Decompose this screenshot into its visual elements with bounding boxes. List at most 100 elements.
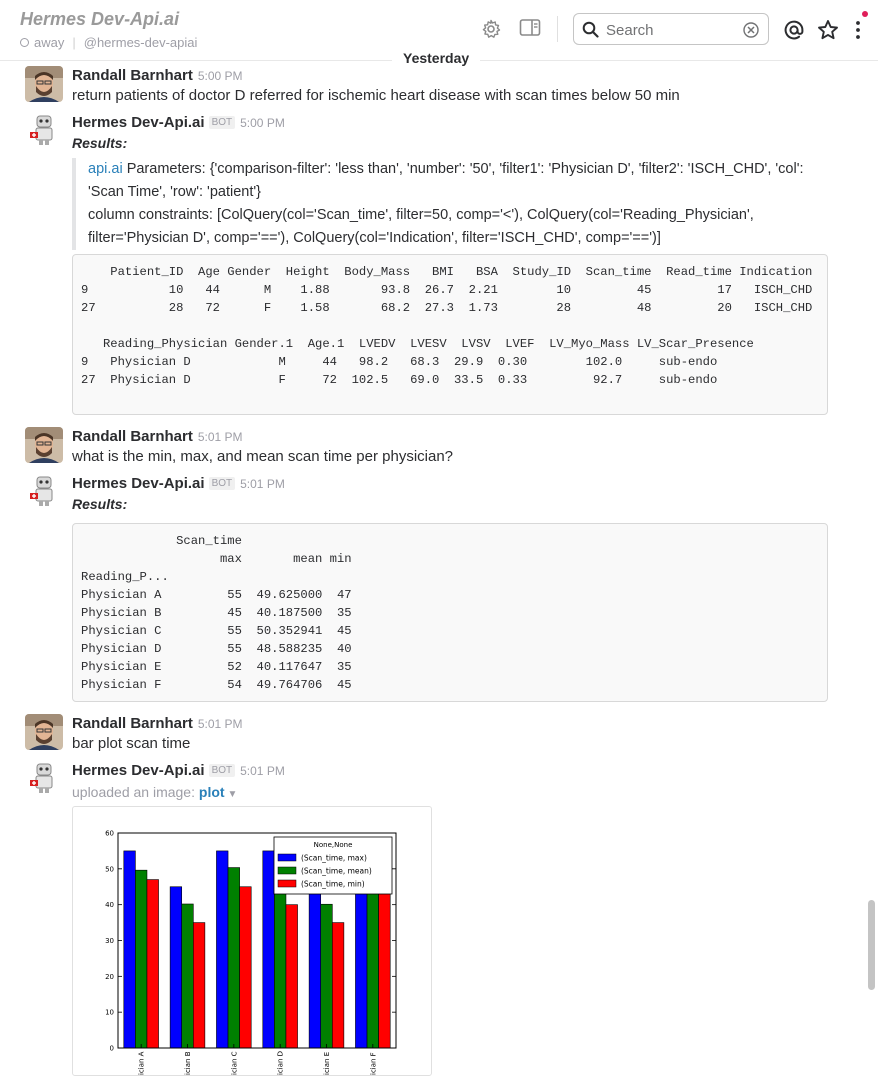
attachment-link[interactable]: plot [199, 784, 225, 800]
bot-badge: BOT [208, 116, 236, 129]
x-tick-label: ician C [230, 1051, 238, 1075]
bar [169, 886, 183, 1049]
avatar[interactable] [25, 66, 63, 102]
bar-chart: 0 10 20 30 40 50 60 ician A ician B ician C ician … [105, 830, 397, 1075]
y-tick-label: 10 [105, 1009, 114, 1017]
legend-swatch [277, 853, 297, 862]
legend-label: (Scan_time, mean) [301, 867, 372, 876]
message-author[interactable]: Hermes Dev-Api.ai BOT 5:01 PM [72, 475, 285, 492]
bar [192, 922, 206, 1049]
bar [320, 903, 333, 1049]
bar [239, 886, 252, 1049]
results-label: Results: [72, 496, 128, 512]
bar [366, 869, 379, 1049]
bar [181, 903, 194, 1049]
api-link[interactable]: api.ai [88, 161, 123, 177]
presence-status: away [34, 35, 65, 50]
legend-swatch [277, 879, 297, 888]
header-separator [557, 16, 558, 42]
legend-label: (Scan_time, min) [301, 880, 365, 889]
quote-text: Parameters: {'comparison-filter': 'less … [122, 161, 804, 177]
avatar[interactable] [25, 714, 63, 750]
author-name[interactable]: Hermes Dev-Api.ai [72, 762, 205, 779]
message-author[interactable]: Randall Barnhart 5:00 PM [72, 67, 243, 84]
y-tick-label: 20 [105, 973, 114, 981]
bot-badge: BOT [208, 764, 236, 777]
message-text: bar plot scan time [72, 735, 191, 752]
x-tick-label: ician D [277, 1051, 285, 1075]
x-tick-label: ician E [323, 1052, 331, 1075]
legend-label: (Scan_time, max) [301, 854, 367, 863]
search-input[interactable] [604, 19, 738, 41]
code-block: Patient_ID Age Gender Height Body_Mass B… [72, 254, 828, 415]
bot-badge: BOT [208, 477, 236, 490]
channel-subtitle: away | @hermes-dev-apiai [20, 35, 197, 50]
legend-title: None,None [314, 841, 353, 849]
quote-line: column constraints: [ColQuery(col='Scan_… [88, 207, 754, 223]
x-tick-label: ician A [138, 1051, 146, 1075]
message-timestamp[interactable]: 5:01 PM [240, 764, 285, 778]
bar [216, 850, 229, 1049]
quote-line: 'Scan Time', 'row': 'patient'} [88, 184, 261, 200]
clear-search-icon[interactable] [743, 22, 759, 43]
bar [135, 869, 148, 1049]
author-name[interactable]: Randall Barnhart [72, 67, 193, 84]
message-author[interactable]: Hermes Dev-Api.ai BOT 5:00 PM [72, 114, 285, 131]
y-tick-label: 60 [105, 830, 114, 838]
avatar[interactable] [25, 427, 63, 463]
upload-info: uploaded an image: plot ▼ [72, 784, 237, 800]
message-author[interactable]: Hermes Dev-Api.ai BOT 5:01 PM [72, 762, 285, 779]
bar [262, 850, 275, 1049]
bot-avatar[interactable] [29, 762, 59, 794]
day-divider-label: Yesterday [392, 50, 481, 66]
message-author[interactable]: Randall Barnhart 5:01 PM [72, 715, 243, 732]
bar [123, 850, 136, 1049]
y-tick-label: 40 [105, 901, 114, 909]
scrollbar-thumb[interactable] [868, 900, 875, 990]
legend-swatch [277, 866, 297, 875]
upload-label: uploaded an image: [72, 784, 195, 800]
search-icon [582, 21, 599, 43]
bar [378, 886, 391, 1049]
sidebar-toggle-icon[interactable] [519, 18, 541, 40]
channel-title[interactable]: Hermes Dev-Api.ai [20, 9, 179, 30]
message-timestamp[interactable]: 5:00 PM [198, 69, 243, 83]
x-tick-label: ician B [184, 1051, 192, 1075]
bar [274, 873, 287, 1049]
results-label: Results: [72, 135, 128, 151]
bot-avatar[interactable] [29, 475, 59, 507]
chevron-down-icon[interactable]: ▼ [228, 789, 238, 800]
author-name[interactable]: Randall Barnhart [72, 428, 193, 445]
message-author[interactable]: Randall Barnhart 5:01 PM [72, 428, 243, 445]
mentions-icon[interactable] [783, 19, 805, 41]
attachment-quote: api.ai Parameters: {'comparison-filter':… [72, 158, 838, 250]
quote-line: api.ai Parameters: {'comparison-filter':… [88, 158, 838, 181]
author-name[interactable]: Randall Barnhart [72, 715, 193, 732]
user-handle: @hermes-dev-apiai [83, 35, 198, 50]
message-timestamp[interactable]: 5:01 PM [198, 430, 243, 444]
message-timestamp[interactable]: 5:01 PM [198, 717, 243, 731]
bar [331, 922, 345, 1049]
more-options-icon[interactable] [851, 19, 865, 41]
author-name[interactable]: Hermes Dev-Api.ai [72, 475, 205, 492]
quote-line: filter='Physician D', comp='=='), ColQue… [88, 230, 661, 246]
image-attachment[interactable]: 0 10 20 30 40 50 60 ician A ician B ician C ician … [72, 806, 432, 1076]
x-tick-label: ician F [369, 1052, 377, 1075]
bar [146, 879, 159, 1049]
y-tick-label: 50 [105, 865, 114, 873]
subtitle-separator: | [72, 35, 76, 50]
message-timestamp[interactable]: 5:01 PM [240, 477, 285, 491]
search-box[interactable] [573, 13, 769, 45]
presence-icon [20, 38, 29, 47]
author-name[interactable]: Hermes Dev-Api.ai [72, 114, 205, 131]
message-timestamp[interactable]: 5:00 PM [240, 116, 285, 130]
gear-icon[interactable] [481, 19, 503, 41]
bot-avatar[interactable] [29, 114, 59, 146]
y-tick-label: 30 [105, 937, 114, 945]
message-text: what is the min, max, and mean scan time… [72, 448, 454, 465]
bar [285, 904, 298, 1049]
code-block: Scan_time max mean min Reading_P... Phys… [72, 523, 828, 702]
star-icon[interactable] [817, 19, 839, 41]
notification-dot [862, 11, 868, 17]
bar [227, 867, 240, 1049]
